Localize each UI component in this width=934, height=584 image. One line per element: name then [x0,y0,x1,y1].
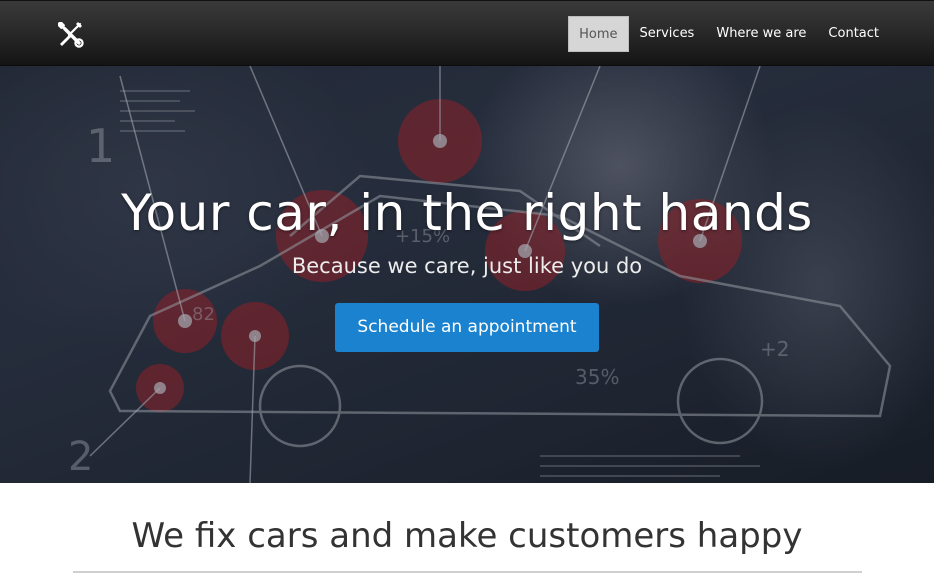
schedule-appointment-button[interactable]: Schedule an appointment [335,303,599,352]
section-divider [73,571,862,573]
nav-services[interactable]: Services [629,16,706,52]
hero-banner: 1 +15% 82 35% +2 2 Your car, in the righ… [0,66,934,483]
section-heading: We fix cars and make customers happy [131,516,803,556]
nav-where-we-are[interactable]: Where we are [705,16,817,52]
nav-menu: Home Services Where we are Contact [568,16,890,52]
hero-title: Your car, in the right hands [121,184,813,242]
wrench-screwdriver-icon[interactable] [56,20,84,48]
nav-contact[interactable]: Contact [817,16,890,52]
top-navbar: Home Services Where we are Contact [0,0,934,66]
hero-subtitle: Because we care, just like you do [291,254,643,278]
nav-home[interactable]: Home [568,16,629,52]
